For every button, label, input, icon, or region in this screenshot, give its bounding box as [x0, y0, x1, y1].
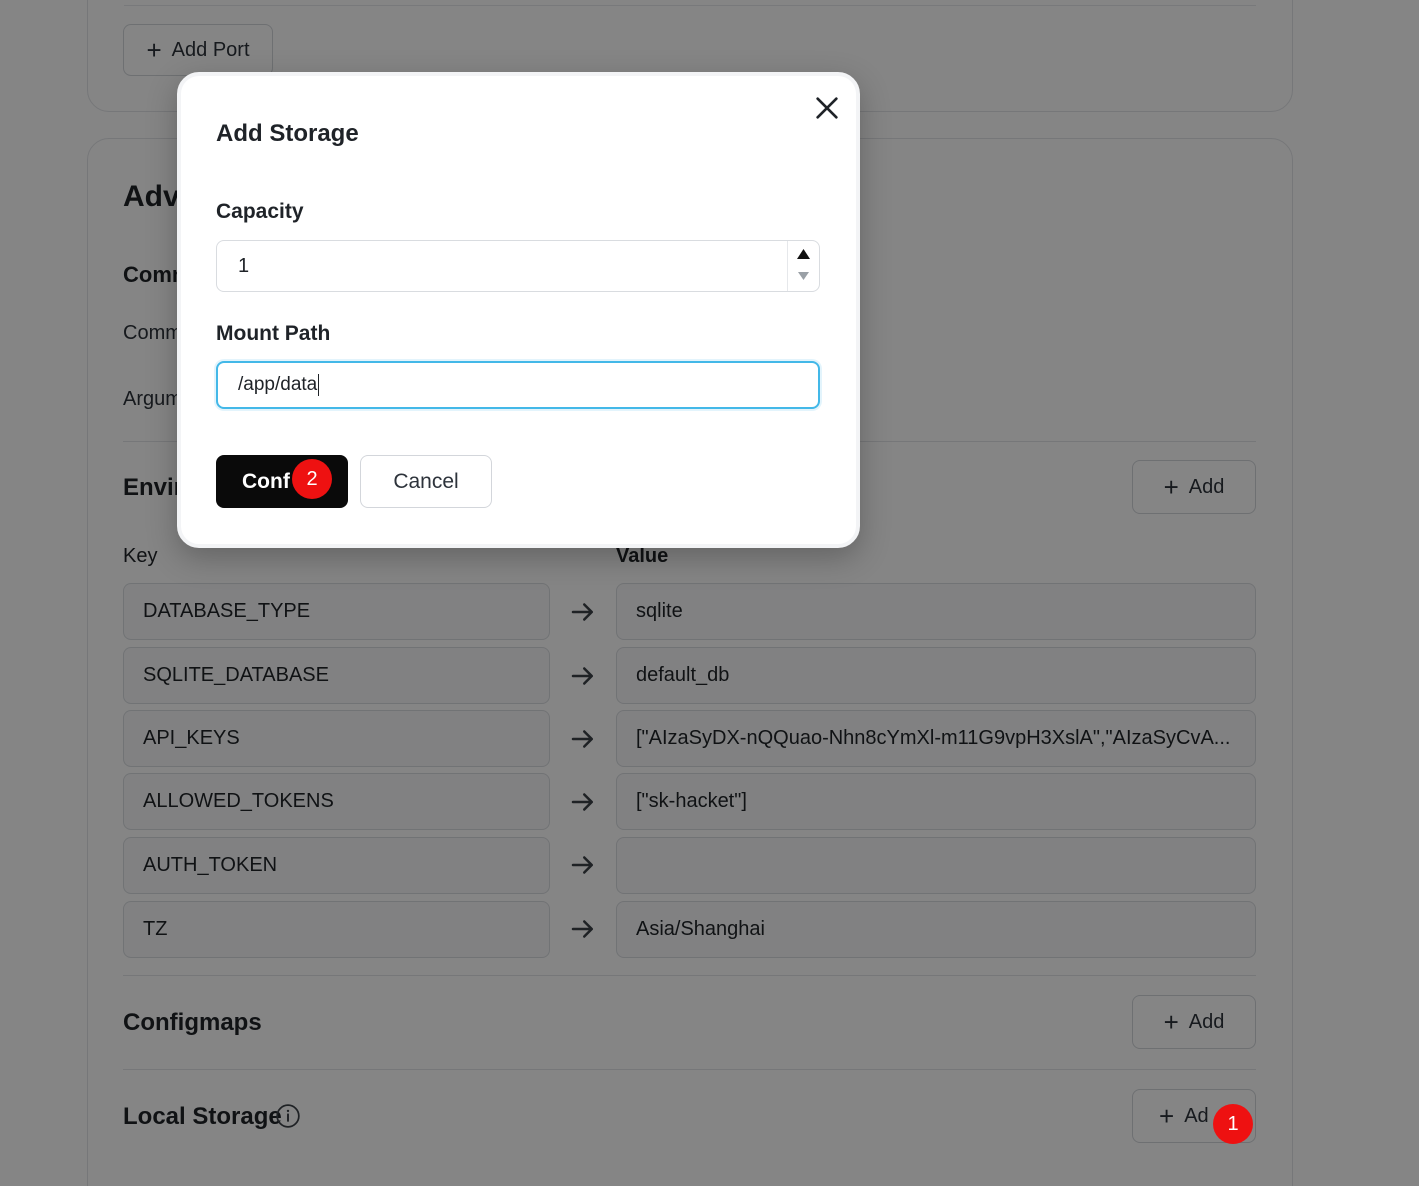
confirm-label: Conf	[242, 469, 290, 493]
capacity-value: 1	[238, 255, 250, 277]
cancel-button[interactable]: Cancel	[360, 455, 492, 508]
step-badge: 2	[292, 459, 332, 499]
step-badge: 1	[1213, 1104, 1253, 1144]
mount-path-input[interactable]: /app/data	[216, 361, 820, 409]
capacity-label: Capacity	[216, 200, 304, 223]
decrement-icon[interactable]	[797, 271, 810, 281]
add-storage-dialog: Add Storage Capacity 1 Mount Path /app/d…	[177, 72, 860, 548]
dialog-title: Add Storage	[216, 120, 359, 147]
text-caret	[318, 374, 320, 396]
number-spinner	[787, 241, 819, 291]
cancel-label: Cancel	[393, 469, 459, 493]
close-icon[interactable]	[811, 92, 843, 124]
mount-path-value: /app/data	[238, 374, 318, 395]
mount-path-label: Mount Path	[216, 322, 331, 345]
increment-icon[interactable]	[796, 248, 811, 260]
capacity-input[interactable]: 1	[216, 240, 820, 292]
